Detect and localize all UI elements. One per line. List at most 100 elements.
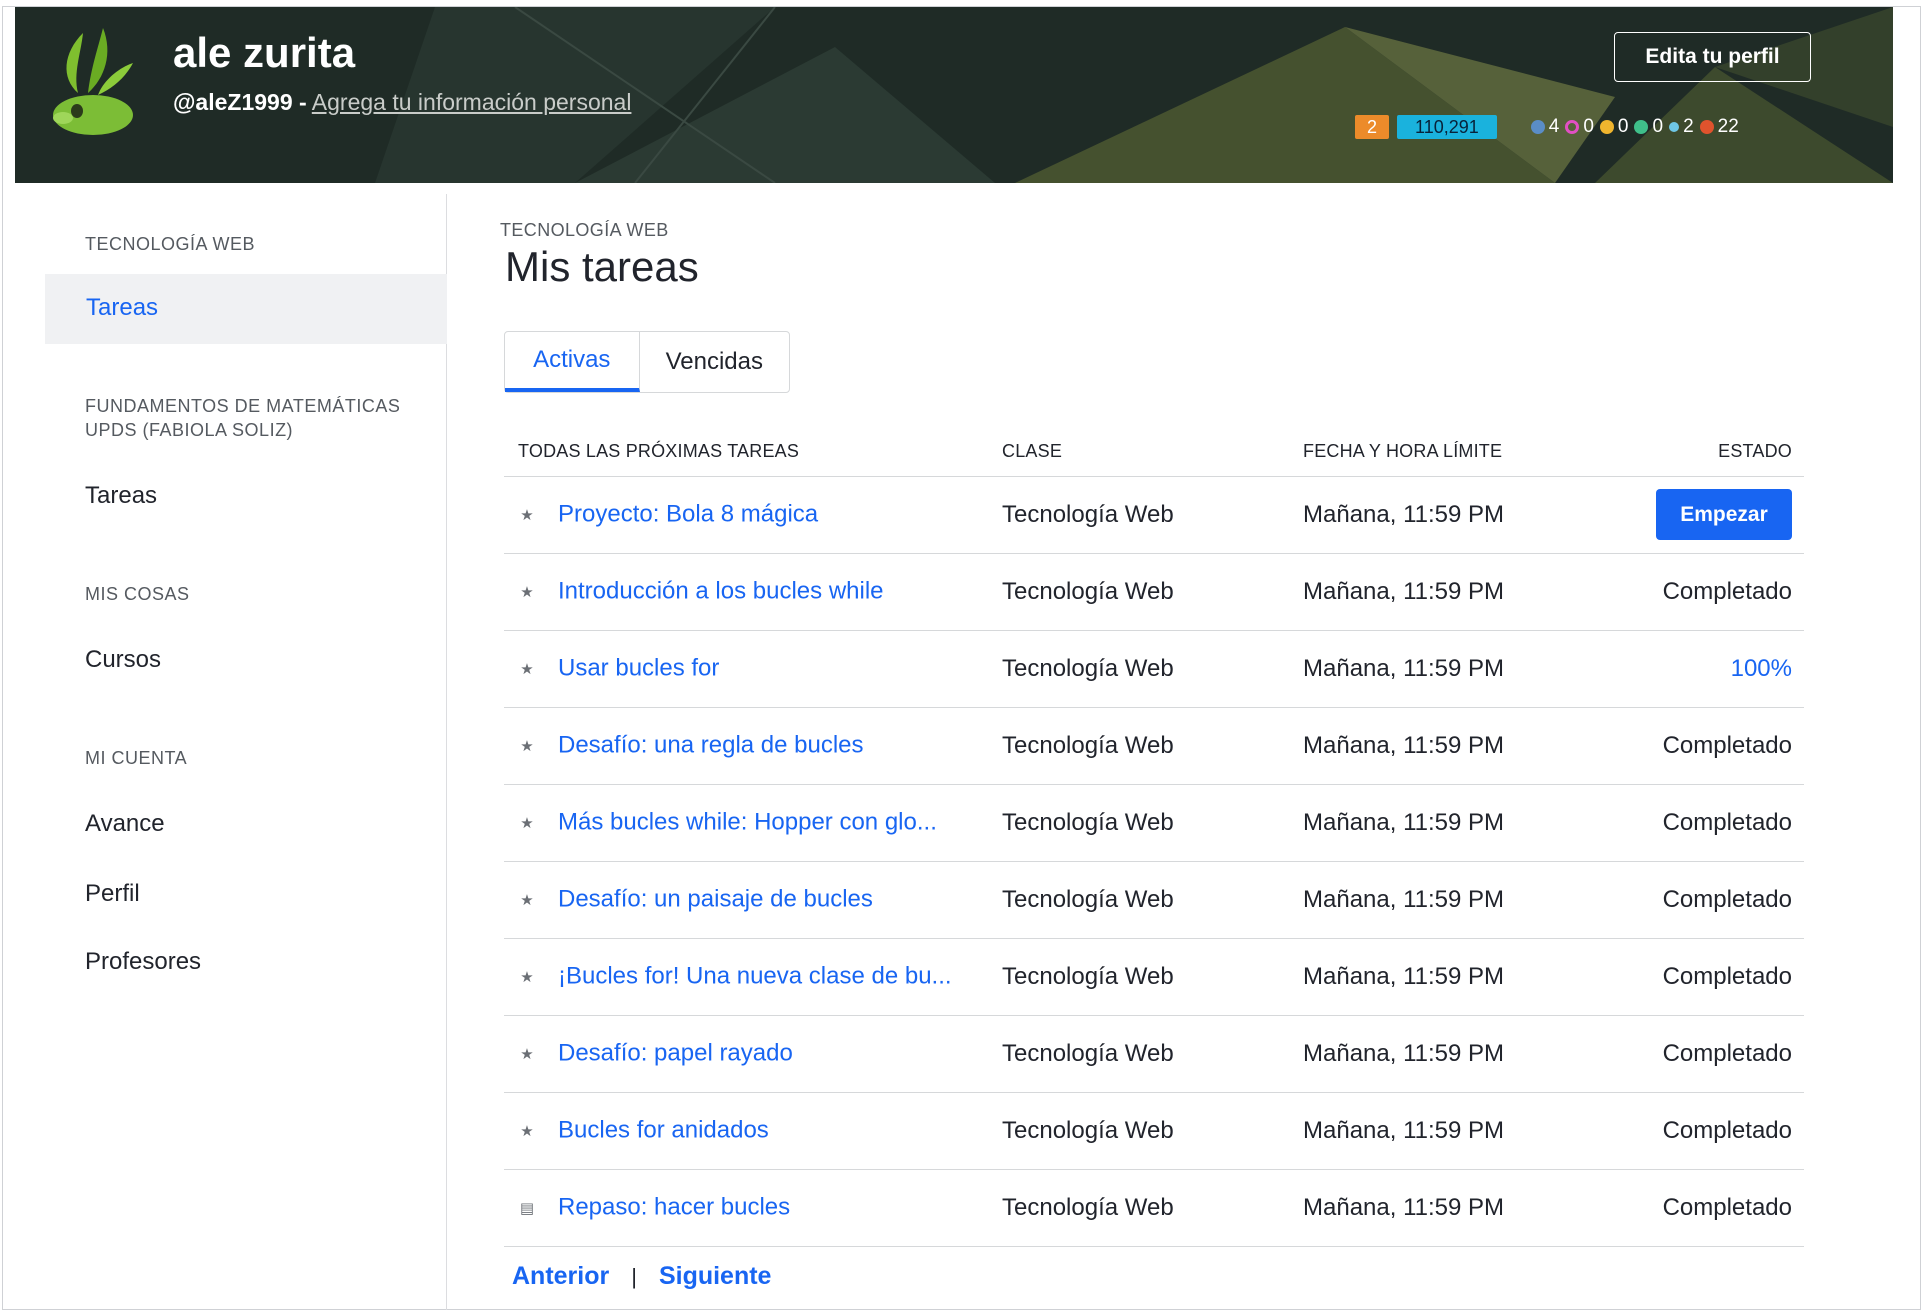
tab-vencidas[interactable]: Vencidas — [640, 332, 789, 392]
cell-status: Completado — [1623, 784, 1804, 862]
task-title-link[interactable]: Desafío: papel rayado — [558, 1040, 793, 1067]
badge-count: 0 — [1617, 116, 1629, 137]
cell-due: Mañana, 11:59 PM — [1303, 1092, 1623, 1170]
pagination-previous[interactable]: Anterior — [512, 1262, 609, 1291]
profile-handle: @aleZ1999 - — [173, 89, 307, 115]
table-row: ★ Introducción a los bucles while Tecnolog… — [504, 553, 1804, 631]
star-icon: ★ — [520, 891, 534, 909]
star-icon: ★ — [520, 583, 534, 601]
cell-due: Mañana, 11:59 PM — [1303, 476, 1623, 554]
pagination-next[interactable]: Siguiente — [659, 1262, 772, 1291]
sidebar: TECNOLOGÍA WEB Tareas FUNDAMENTOS DE MAT… — [2, 194, 447, 1310]
pagination-separator: | — [631, 1263, 637, 1289]
course-eyebrow: TECNOLOGÍA WEB — [500, 220, 669, 240]
start-assignment-button[interactable]: Empezar — [1656, 489, 1792, 540]
task-title-link[interactable]: Introducción a los bucles while — [558, 578, 884, 605]
sidebar-item-label: Tareas — [86, 294, 159, 321]
column-header-estado: ESTADO — [1623, 428, 1804, 477]
task-title-link[interactable]: Desafío: una regla de bucles — [558, 732, 864, 759]
task-title-link[interactable]: Más bucles while: Hopper con glo... — [558, 809, 937, 836]
sidebar-item-cursos[interactable]: Cursos — [85, 646, 161, 674]
status-text: Completado — [1662, 885, 1792, 913]
cell-task: ★ Bucles for anidados — [504, 1092, 1002, 1170]
cell-due: Mañana, 11:59 PM — [1303, 938, 1623, 1016]
cell-due: Mañana, 11:59 PM — [1303, 784, 1623, 862]
cell-status: Completado — [1623, 1015, 1804, 1093]
cell-task: ★ Desafío: papel rayado — [504, 1015, 1002, 1093]
badge-count: 22 — [1717, 116, 1739, 137]
cell-class: Tecnología Web — [1002, 784, 1303, 862]
star-icon: ★ — [520, 506, 534, 524]
badge-count: 0 — [1652, 116, 1664, 137]
badge-black-hole: 2 — [1669, 116, 1694, 138]
cell-task: ★ Desafío: un paisaje de bucles — [504, 861, 1002, 939]
moon-badge-icon — [1565, 120, 1580, 134]
badge-challenge-patch: 22 — [1699, 116, 1739, 138]
cell-task: ★ Introducción a los bucles while — [504, 553, 1002, 631]
status-text: Completado — [1662, 808, 1792, 836]
task-title-link[interactable]: Proyecto: Bola 8 mágica — [558, 501, 818, 528]
cell-due: Mañana, 11:59 PM — [1303, 861, 1623, 939]
sidebar-item-perfil[interactable]: Perfil — [85, 880, 140, 908]
cell-class: Tecnología Web — [1002, 861, 1303, 939]
cell-status: Empezar — [1623, 476, 1804, 554]
badge-count: 4 — [1548, 116, 1560, 137]
cell-class: Tecnología Web — [1002, 1169, 1303, 1247]
task-title-link[interactable]: Desafío: un paisaje de bucles — [558, 886, 873, 913]
table-row: ★ Bucles for anidados Tecnología Web Mañana… — [504, 1092, 1804, 1170]
sidebar-item-tareas-fundamentos[interactable]: Tareas — [85, 482, 157, 510]
sidebar-heading-mi-cuenta: MI CUENTA — [85, 748, 188, 768]
cell-due: Mañana, 11:59 PM — [1303, 630, 1623, 708]
streak-count: 2 — [1355, 115, 1390, 139]
energy-points: 110,291 — [1397, 115, 1497, 139]
cell-class: Tecnología Web — [1002, 553, 1303, 631]
cell-class: Tecnología Web — [1002, 1015, 1303, 1093]
tab-activas[interactable]: Activas — [505, 332, 640, 392]
cell-status: Completado — [1623, 938, 1804, 1016]
status-text: Completado — [1662, 962, 1792, 990]
cell-status: 100% — [1623, 630, 1804, 708]
sidebar-item-avance[interactable]: Avance — [85, 810, 165, 838]
status-text: Completado — [1662, 731, 1792, 759]
cell-due: Mañana, 11:59 PM — [1303, 553, 1623, 631]
table-row: ★ ¡Bucles for! Una nueva clase de bu... Te… — [504, 938, 1804, 1016]
pagination: Anterior | Siguiente — [512, 1262, 771, 1291]
add-personal-info-link[interactable]: Agrega tu información personal — [312, 89, 632, 115]
assignments-table: TODAS LAS PRÓXIMAS TAREAS CLASE FECHA Y … — [504, 428, 1804, 1247]
article-icon: ▤ — [519, 1199, 535, 1217]
cell-status: Completado — [1623, 861, 1804, 939]
challenge-patch-icon — [1699, 120, 1714, 134]
table-row: ★ Proyecto: Bola 8 mágica Tecnología Web Ma… — [504, 476, 1804, 554]
assignment-tabs: Activas Vencidas — [504, 331, 790, 393]
task-title-link[interactable]: Bucles for anidados — [558, 1117, 769, 1144]
table-header-row: TODAS LAS PRÓXIMAS TAREAS CLASE FECHA Y … — [504, 428, 1804, 477]
cell-task: ★ Desafío: una regla de bucles — [504, 707, 1002, 785]
profile-stats: 2 110,291 4 0 0 0 2 22 — [1355, 114, 1739, 140]
cell-due: Mañana, 11:59 PM — [1303, 1015, 1623, 1093]
table-row: ★ Desafío: una regla de bucles Tecnología … — [504, 707, 1804, 785]
table-row: ★ Desafío: papel rayado Tecnología Web Maña… — [504, 1015, 1804, 1093]
black-hole-badge-icon — [1669, 122, 1680, 132]
table-row: ▤ Repaso: hacer bucles Tecnología Web Mañan… — [504, 1169, 1804, 1247]
edit-profile-button[interactable]: Edita tu perfil — [1614, 32, 1811, 82]
table-row: ★ Usar bucles for Tecnología Web Mañana, 11… — [504, 630, 1804, 708]
status-text: Completado — [1662, 1193, 1792, 1221]
status-text: Completado — [1662, 1116, 1792, 1144]
badge-count: 2 — [1683, 116, 1694, 137]
column-header-tareas: TODAS LAS PRÓXIMAS TAREAS — [504, 428, 1002, 477]
task-title-link[interactable]: Usar bucles for — [558, 655, 719, 682]
sidebar-heading-tecnologia-web: TECNOLOGÍA WEB — [85, 234, 256, 254]
sidebar-item-tareas-tecnologia-web[interactable]: Tareas — [45, 274, 447, 344]
status-progress-link[interactable]: 100% — [1731, 655, 1792, 682]
cell-class: Tecnología Web — [1002, 630, 1303, 708]
profile-name: ale zurita — [173, 29, 356, 76]
task-title-link[interactable]: Repaso: hacer bucles — [558, 1194, 790, 1221]
task-title-link[interactable]: ¡Bucles for! Una nueva clase de bu... — [558, 963, 952, 990]
sidebar-item-profesores[interactable]: Profesores — [85, 948, 201, 976]
column-header-clase: CLASE — [1002, 428, 1303, 477]
sidebar-heading-fundamentos: FUNDAMENTOS DE MATEMÁTICAS UPDS (FABIOLA… — [85, 396, 401, 440]
badge-meteorite: 4 — [1530, 116, 1560, 138]
badge-earth: 0 — [1599, 116, 1629, 138]
cell-class: Tecnología Web — [1002, 1092, 1303, 1170]
sidebar-heading-mis-cosas: MIS COSAS — [85, 584, 190, 604]
